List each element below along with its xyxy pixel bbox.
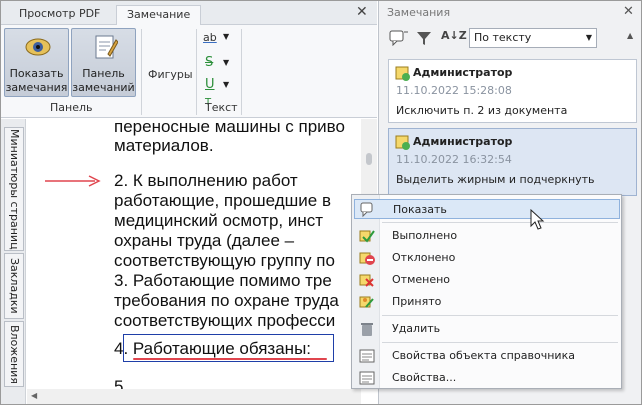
note-date: 11.10.2022 15:28:08 [396, 84, 512, 97]
highlight-icon: ab [203, 31, 217, 44]
menu-item-label: Показать [393, 203, 447, 216]
menu-item-properties[interactable]: Свойства... [354, 368, 620, 388]
show-icon [360, 202, 373, 218]
doc-line: переносные машины с приво [114, 119, 345, 136]
document-view[interactable]: переносные машины с приво материалов. 2.… [27, 119, 361, 389]
doc-line: 3. Работающие помимо тре [114, 271, 332, 290]
sort-select-value: По тексту [474, 31, 532, 44]
menu-item-label: Принято [392, 295, 442, 308]
notes-panel-button[interactable]: Панель замечаний [71, 28, 136, 97]
note-date: 11.10.2022 16:32:54 [396, 153, 512, 166]
doc-line: охраны труда (далее – [114, 231, 295, 250]
menu-separator [382, 315, 618, 316]
app-window: Просмотр PDF Замечание ✕ Показать замеча… [0, 0, 642, 405]
close-icon[interactable]: ✕ [356, 3, 368, 21]
tab-notes[interactable]: Замечание [116, 5, 202, 26]
doc-line: соответствующих професси [114, 311, 336, 330]
filter-icon[interactable] [416, 30, 432, 46]
add-note-icon[interactable] [389, 30, 409, 46]
chevron-down-icon: ▼ [585, 33, 592, 42]
notes-panel-icon [95, 35, 118, 59]
sort-select[interactable]: По тексту ▼ [469, 28, 597, 48]
doc-line-highlighted: 4. Работающие обязаны: [114, 339, 312, 358]
properties-icon [359, 371, 375, 385]
ribbon-divider [196, 29, 197, 115]
menu-item-object-properties[interactable]: Свойства объекта справочника [354, 346, 620, 366]
doc-line: работающие, прошедшие в [114, 191, 332, 210]
ribbon-divider [141, 29, 142, 115]
group-label-panel: Панель [50, 101, 93, 114]
shapes-button[interactable]: Фигуры [148, 68, 193, 81]
doc-line: соответствующую группу по [114, 251, 335, 270]
trash-icon [361, 323, 373, 336]
note-card[interactable]: Администратор 11.10.2022 15:28:08 Исключ… [388, 59, 637, 123]
show-notes-label: Показать замечания [5, 67, 68, 94]
menu-item-label: Удалить [392, 322, 441, 335]
doc-line: 5 , [114, 377, 133, 389]
chevron-down-icon: ▼ [223, 32, 230, 41]
reject-icon [359, 252, 375, 265]
context-menu: Показать Выполнено Отклонено Отменено Пр… [351, 194, 622, 389]
tab-thumbnails[interactable]: Миниатюры страниц [4, 127, 24, 251]
panel-toolbar: A↓Z По тексту ▼ ▲ [383, 27, 639, 51]
scroll-thumb[interactable] [366, 153, 372, 165]
arrow-annotation[interactable] [43, 174, 103, 188]
close-icon[interactable]: ✕ [623, 4, 634, 19]
menu-separator [382, 342, 618, 343]
note-icon [395, 66, 410, 81]
underline-icon: U [205, 77, 215, 92]
menu-item-done[interactable]: Выполнено [354, 226, 620, 246]
menu-item-rejected[interactable]: Отклонено [354, 248, 620, 268]
doc-line: требования по охране труда [114, 291, 339, 310]
underline-annotation[interactable] [133, 358, 327, 360]
scroll-left-icon[interactable]: ◀ [31, 391, 37, 400]
properties-icon [359, 349, 375, 363]
check-icon [359, 230, 375, 243]
tab-bookmarks[interactable]: Закладки [4, 253, 24, 319]
chevron-down-icon: ▼ [223, 80, 230, 89]
note-icon [395, 135, 410, 150]
menu-item-delete[interactable]: Удалить [354, 319, 620, 339]
ribbon-divider [241, 29, 242, 115]
cancel-icon [359, 274, 374, 287]
menu-item-label: Отменено [392, 273, 451, 286]
group-label-text: Текст [205, 101, 238, 114]
note-text: Выделить жирным и подчеркнуть [396, 173, 595, 186]
menu-item-label: Отклонено [392, 251, 456, 264]
show-notes-button[interactable]: Показать замечания [4, 28, 69, 97]
doc-line: 2. К выполнению работ [114, 171, 298, 190]
scroll-up-icon[interactable]: ▲ [627, 31, 633, 40]
menu-item-accepted[interactable]: Принято [354, 292, 620, 312]
horizontal-scrollbar[interactable]: ◀ [27, 389, 361, 404]
highlight-text-button[interactable]: ab ▼ [201, 31, 235, 51]
menu-separator [382, 222, 618, 223]
tab-attachments[interactable]: Вложения [4, 321, 24, 387]
panel-title: Замечания [387, 6, 451, 19]
note-author: Администратор [413, 135, 513, 148]
doc-line: медицинский осмотр, инст [114, 211, 324, 230]
accept-icon [359, 296, 374, 308]
menu-item-label: Свойства объекта справочника [392, 349, 575, 362]
strikeout-button[interactable]: S ▼ [201, 55, 235, 75]
sort-az-icon[interactable]: A↓Z [441, 29, 467, 42]
strikeout-icon: S [205, 55, 214, 70]
mouse-cursor-icon [530, 209, 545, 230]
doc-line: материалов. [114, 136, 214, 155]
tab-pdf-view[interactable]: Просмотр PDF [9, 5, 110, 25]
note-text: Исключить п. 2 из документа [396, 104, 568, 117]
menu-item-show[interactable]: Показать [354, 199, 620, 219]
ribbon-tabs: Просмотр PDF Замечание ✕ [1, 1, 377, 26]
menu-item-label: Выполнено [392, 229, 458, 242]
menu-item-label: Свойства... [392, 371, 457, 384]
note-card-selected[interactable]: Администратор 11.10.2022 16:32:54 Выдели… [388, 128, 637, 196]
side-tabs: Миниатюры страниц Закладки Вложения [1, 119, 26, 404]
chevron-down-icon: ▼ [223, 58, 230, 67]
notes-panel-label: Панель замечаний [72, 67, 135, 94]
eye-icon [25, 38, 51, 56]
note-author: Администратор [413, 66, 513, 79]
underline-button[interactable]: U ▼ [201, 77, 235, 97]
menu-item-cancelled[interactable]: Отменено [354, 270, 620, 290]
ribbon: Показать замечания Панель замечаний Пане… [1, 25, 377, 118]
